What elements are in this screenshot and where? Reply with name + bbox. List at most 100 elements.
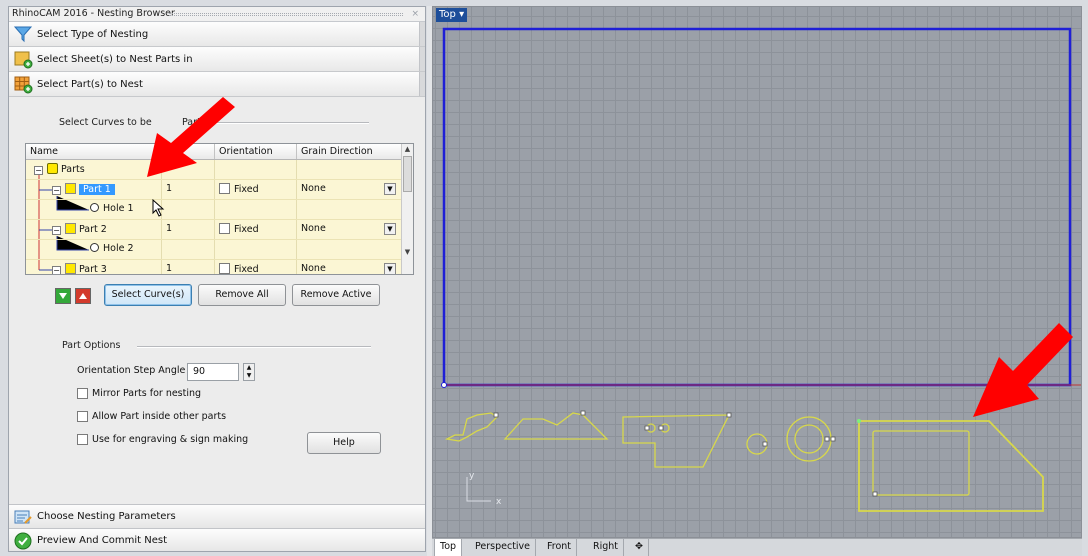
orientation-step-angle-label: Orientation Step Angle <box>77 365 186 376</box>
tree-row-part-2[interactable]: − Part 2 1 Fixed None ▼ <box>26 220 402 240</box>
header-grain-direction[interactable]: Grain Direction <box>301 146 373 157</box>
section-select-type-of-nesting[interactable]: Select Type of Nesting <box>9 22 425 47</box>
funnel-icon <box>13 26 33 43</box>
hole-icon <box>90 203 99 212</box>
tree-item-label: Hole 2 <box>103 243 134 254</box>
viewport-tabs: Top Perspective Front Right ✥ <box>432 538 1082 556</box>
viewport-canvas <box>441 27 1081 512</box>
tab-top[interactable]: Top <box>434 539 463 556</box>
section-preview-and-commit-nest[interactable]: Preview And Commit Nest <box>9 528 425 551</box>
help-button[interactable]: Help <box>307 432 381 454</box>
mirror-parts-checkbox[interactable] <box>77 388 88 399</box>
panel-title-bar: RhinoCAM 2016 - Nesting Browser × <box>9 7 425 22</box>
parts-folder-icon <box>47 163 58 174</box>
section-select-parts[interactable]: Select Part(s) to Nest <box>9 72 425 97</box>
red-arrow-annotation <box>147 97 235 177</box>
close-icon[interactable]: × <box>411 7 419 21</box>
scroll-down-icon[interactable]: ▼ <box>402 248 413 256</box>
dropdown-arrow-icon[interactable]: ▼ <box>384 183 396 195</box>
dropdown-arrow-icon[interactable]: ▼ <box>384 263 396 274</box>
collapse-icon[interactable]: − <box>52 226 61 235</box>
section-label: Choose Nesting Parameters <box>37 511 176 522</box>
section-select-sheets[interactable]: Select Sheet(s) to Nest Parts in <box>9 47 425 72</box>
fixed-label: Fixed <box>234 224 259 235</box>
scroll-thumb[interactable] <box>403 156 412 192</box>
tree-row-part-3[interactable]: − Part 3 1 Fixed None ▼ <box>26 260 402 275</box>
part-shape-2 <box>503 412 609 440</box>
part-start-points <box>493 410 878 497</box>
collapse-icon[interactable]: − <box>52 186 61 195</box>
dropdown-arrow-icon[interactable]: ▼ <box>384 223 396 235</box>
grain-direction-select[interactable]: None <box>301 223 326 234</box>
move-up-button[interactable] <box>75 288 91 304</box>
quantity-cell[interactable]: 1 <box>166 263 172 274</box>
add-tab-icon[interactable]: ✥ <box>630 539 649 556</box>
section-label: Select Sheet(s) to Nest Parts in <box>37 53 193 65</box>
sheet-icon <box>14 51 33 69</box>
part-icon <box>65 223 76 234</box>
part-icon <box>65 263 76 274</box>
allow-part-inside-label: Allow Part inside other parts <box>92 411 227 422</box>
red-arrow-annotation <box>973 323 1073 417</box>
section-label: Select Part(s) to Nest <box>37 78 143 90</box>
fixed-label: Fixed <box>234 264 259 275</box>
step-angle-spinner[interactable]: ▲ ▼ <box>243 363 255 381</box>
tree-item-label: Part 1 <box>79 184 115 195</box>
collapse-icon[interactable]: − <box>52 266 61 274</box>
orientation-step-angle-input[interactable]: 90 <box>187 363 239 381</box>
grain-direction-select[interactable]: None <box>301 183 326 194</box>
collapse-icon[interactable]: − <box>34 166 43 175</box>
checkmark-icon <box>14 532 32 549</box>
scroll-up-icon[interactable]: ▲ <box>402 145 413 153</box>
fixed-checkbox[interactable] <box>219 223 230 234</box>
quantity-cell[interactable]: 1 <box>166 223 172 234</box>
table-vertical-scrollbar[interactable]: ▲ ▼ <box>401 144 413 274</box>
panel-grip[interactable] <box>169 13 403 16</box>
section-label: Select Type of Nesting <box>37 28 149 40</box>
section-label: Preview And Commit Nest <box>37 535 168 546</box>
tree-row-hole-2[interactable]: Hole 2 <box>26 240 402 260</box>
select-parts-body: Select Curves to be Parts Name Orientati… <box>9 97 425 504</box>
engraving-checkbox[interactable] <box>77 434 88 445</box>
move-down-button[interactable] <box>55 288 71 304</box>
nesting-parts <box>444 412 1044 512</box>
nesting-sheet <box>442 27 1072 387</box>
mouse-cursor-icon <box>152 199 165 217</box>
arrow-down-icon <box>59 293 67 299</box>
allow-part-inside-checkbox[interactable] <box>77 411 88 422</box>
section-choose-nesting-parameters[interactable]: Choose Nesting Parameters <box>9 504 425 528</box>
mirror-parts-label: Mirror Parts for nesting <box>92 388 202 399</box>
part-options-title: Part Options <box>62 340 121 351</box>
engraving-option[interactable]: Use for engraving & sign making <box>77 434 248 445</box>
arrow-up-icon <box>79 293 87 299</box>
header-name[interactable]: Name <box>30 146 58 157</box>
tree-item-label: Part 2 <box>79 224 107 235</box>
top-viewport[interactable]: Top ▾ y x <box>432 6 1082 538</box>
parts-grid-icon <box>14 76 33 94</box>
part-shape-5 <box>786 416 832 462</box>
part-shape-1 <box>444 412 499 442</box>
tab-front[interactable]: Front <box>542 539 578 556</box>
part-shape-6 <box>858 420 1044 512</box>
grain-direction-select[interactable]: None <box>301 263 326 274</box>
tree-item-label: Parts <box>61 164 85 175</box>
part-icon <box>65 183 76 194</box>
remove-all-button[interactable]: Remove All <box>198 284 286 306</box>
tree-item-label: Hole 1 <box>103 203 134 214</box>
panel-title: RhinoCAM 2016 - Nesting Browser <box>12 8 175 19</box>
part-shape-3 <box>622 414 731 468</box>
tree-item-label: Part 3 <box>79 264 107 275</box>
tree-row-hole-1[interactable]: Hole 1 <box>26 200 402 220</box>
mirror-parts-option[interactable]: Mirror Parts for nesting <box>77 388 201 399</box>
fixed-checkbox[interactable] <box>219 263 230 274</box>
select-curves-button[interactable]: Select Curve(s) <box>104 284 192 306</box>
tab-right[interactable]: Right <box>588 539 625 556</box>
allow-part-inside-option[interactable]: Allow Part inside other parts <box>77 411 226 422</box>
tab-perspective[interactable]: Perspective <box>470 539 537 556</box>
axis-y-label: y <box>469 471 475 481</box>
remove-active-button[interactable]: Remove Active <box>292 284 380 306</box>
parameters-icon <box>14 510 32 524</box>
hole-icon <box>90 243 99 252</box>
axis-x-label: x <box>496 497 502 507</box>
nesting-browser-panel: RhinoCAM 2016 - Nesting Browser × Select… <box>8 6 426 552</box>
